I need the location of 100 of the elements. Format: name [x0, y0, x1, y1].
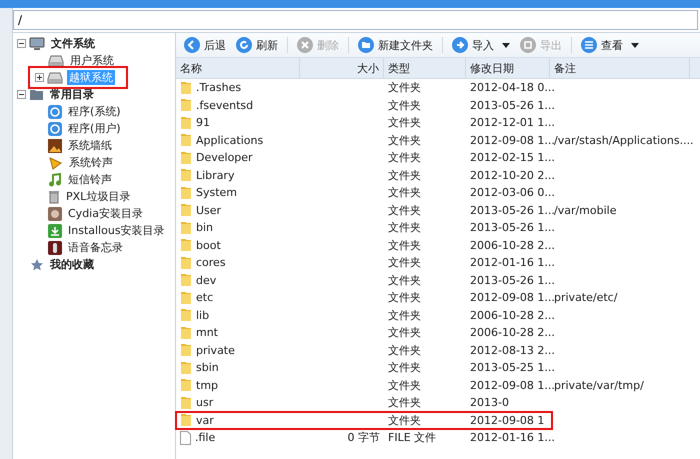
modified-date: 2013-05-26 1... [470, 221, 555, 234]
file-type: 文件夹 [388, 272, 421, 288]
modified-date: 2013-0 [470, 396, 509, 410]
file-name[interactable]: var [196, 414, 214, 427]
tree-item[interactable]: 语音备忘录 [66, 240, 125, 255]
address-field[interactable]: / [13, 10, 698, 30]
file-type: 文件夹 [388, 290, 421, 306]
modified-date: 2012-12-01 1... [470, 116, 555, 130]
file-name[interactable]: bin [196, 221, 214, 234]
tree-item[interactable]: 系统铃声 [67, 155, 115, 170]
modified-date: 2012-09-08 1... [470, 378, 555, 392]
export-icon [520, 37, 536, 53]
file-name[interactable]: Applications [196, 134, 264, 147]
file-type: 文件夹 [388, 342, 421, 358]
column-header[interactable]: 备注 [550, 58, 690, 78]
tree-item[interactable]: 程序(系统) [66, 104, 123, 119]
column-header[interactable]: 大小 [300, 58, 384, 78]
file-type: 文件夹 [388, 360, 421, 376]
column-header[interactable]: 类型 [384, 58, 466, 78]
file-type: 文件夹 [388, 98, 421, 113]
tree-item[interactable]: Installous安装目录 [66, 223, 167, 238]
file-name[interactable]: .Trashes [196, 81, 242, 94]
file-name[interactable]: sbin [196, 361, 219, 374]
modified-date: 2012-08-13 2... [470, 344, 555, 357]
import-icon [452, 37, 468, 53]
drive-icon [47, 72, 63, 84]
tree-item[interactable]: 常用目录 [48, 87, 96, 102]
modified-date: 2012-09-08 1... [470, 134, 555, 147]
file-name[interactable]: lib [196, 308, 210, 322]
tree-item[interactable]: PXL垃圾目录 [64, 189, 132, 204]
app-icon [48, 104, 62, 118]
file-note: private/var/tmp/ [554, 378, 644, 392]
tree-item[interactable]: 系统墙纸 [66, 138, 114, 153]
tree-item[interactable]: 文件系统 [49, 36, 97, 51]
refresh-icon [236, 37, 252, 53]
file-type: 文件夹 [388, 395, 421, 410]
delete-icon [297, 37, 313, 53]
file-name[interactable]: usr [196, 396, 214, 410]
file-name[interactable]: etc [196, 291, 214, 304]
collapse-toggle[interactable] [17, 90, 26, 99]
file-type: 文件夹 [388, 378, 421, 393]
file-name[interactable]: 91 [196, 116, 210, 130]
modified-date: 2006-10-28 2... [470, 326, 555, 340]
file-type: 文件夹 [388, 412, 421, 428]
file-name[interactable]: mnt [196, 326, 218, 340]
tree-item[interactable]: Cydia安装目录 [66, 206, 145, 221]
column-header[interactable]: 修改日期 [466, 58, 550, 78]
file-type: 文件夹 [388, 132, 421, 148]
file-size: 0 字节 [348, 430, 380, 446]
file-name[interactable]: Library [196, 168, 234, 182]
file-note: /var/mobile [554, 204, 616, 217]
modified-date: 2012-09-08 1 [470, 414, 544, 427]
microphone-icon [48, 240, 62, 254]
modified-date: 2012-03-06 0... [470, 186, 555, 200]
modified-date: 2012-01-16 1... [470, 431, 555, 444]
tree-item[interactable]: 用户系统 [68, 53, 116, 68]
star-icon [30, 258, 44, 272]
modified-date: 2012-02-15 1... [470, 151, 555, 164]
file-name[interactable]: .file [195, 431, 216, 444]
file-name[interactable]: dev [196, 274, 216, 287]
file-note: /var/stash/Applications.... [554, 134, 694, 147]
file-type: 文件夹 [388, 185, 421, 200]
modified-date: 2013-05-26 1... [470, 98, 555, 112]
file-type: 文件夹 [388, 115, 421, 130]
collapse-toggle[interactable] [17, 39, 26, 48]
download-icon [48, 224, 62, 238]
app-icon [48, 122, 62, 136]
file-name[interactable]: cores [196, 256, 226, 270]
modified-date: 2012-10-20 2... [470, 168, 555, 182]
toolbar-button[interactable]: 导入 [448, 35, 514, 55]
file-type: 文件夹 [388, 325, 421, 340]
file-type: 文件夹 [388, 80, 421, 96]
new-folder-icon [358, 37, 374, 53]
drive-icon [48, 54, 64, 66]
toolbar-button[interactable]: 刷新 [232, 35, 282, 55]
file-name[interactable]: boot [196, 238, 221, 252]
file-name[interactable]: System [196, 186, 238, 200]
file-name[interactable]: tmp [196, 378, 218, 392]
tree-item[interactable]: 短信铃声 [66, 172, 114, 187]
tree-item[interactable]: 程序(用户) [66, 121, 123, 136]
expand-toggle[interactable] [35, 73, 44, 82]
toolbar-button[interactable]: 后退 [180, 35, 230, 55]
toolbar-button[interactable]: 新建文件夹 [354, 35, 437, 55]
column-header[interactable]: 名称 [176, 58, 300, 78]
modified-date: 2013-05-26 1... [470, 204, 555, 217]
toolbar-button[interactable]: 查看 [577, 35, 643, 55]
tree-item[interactable]: 我的收藏 [48, 257, 96, 272]
file-name[interactable]: private [196, 344, 235, 357]
modified-date: 2006-10-28 2... [470, 238, 555, 252]
computer-icon [29, 36, 45, 50]
view-icon [581, 37, 597, 53]
trash-icon [48, 190, 60, 204]
modified-date: 2012-09-08 1... [470, 291, 555, 304]
file-type: 文件夹 [388, 150, 421, 166]
file-name[interactable]: .fseventsd [196, 98, 254, 112]
file-name[interactable]: User [196, 204, 222, 217]
file-name[interactable]: Developer [196, 151, 253, 164]
modified-date: 2012-04-18 0... [470, 81, 555, 94]
modified-date: 2012-01-16 1... [470, 256, 555, 270]
file-type: 文件夹 [388, 255, 421, 270]
